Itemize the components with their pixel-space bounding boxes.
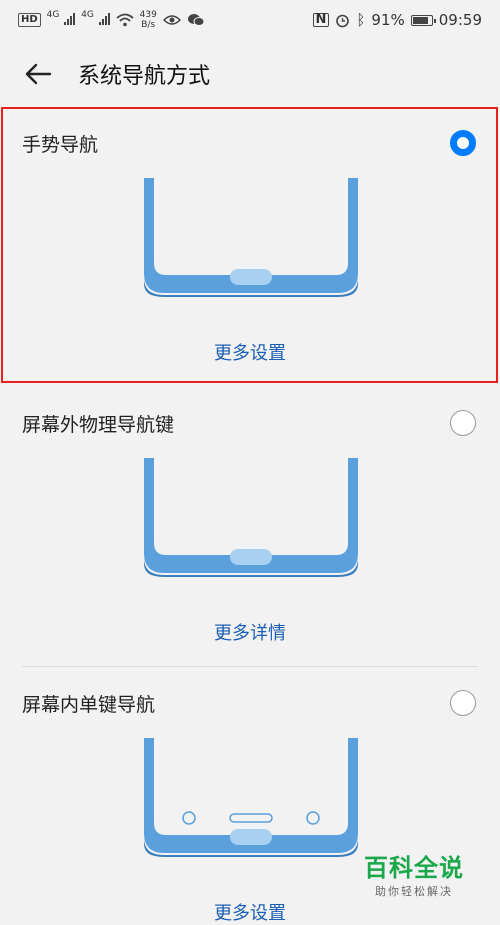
app-bar: 系统导航方式 — [0, 40, 500, 108]
option-title: 屏幕外物理导航键 — [22, 414, 175, 436]
more-settings-link[interactable]: 更多设置 — [0, 339, 500, 365]
status-left: HD 4G 4G 439 B/s — [18, 10, 205, 30]
option-radio[interactable] — [450, 410, 476, 436]
option-title: 手势导航 — [22, 134, 99, 156]
signal-1: 4G — [47, 11, 76, 29]
wechat-icon — [187, 14, 205, 26]
nfc-icon: N — [312, 13, 330, 27]
divider — [22, 666, 478, 667]
arrow-left-icon — [25, 63, 52, 85]
more-settings-link[interactable]: 更多设置 — [0, 899, 500, 925]
status-bar: HD 4G 4G 439 B/s N ᛒ 91% 09:59 — [0, 0, 500, 40]
network-speed: 439 B/s — [139, 10, 157, 30]
battery-icon — [410, 14, 436, 26]
alarm-icon — [336, 14, 350, 27]
signal-2: 4G — [81, 11, 110, 29]
hd-badge: HD — [18, 13, 41, 27]
eye-icon — [162, 15, 181, 25]
option-title: 屏幕内单键导航 — [22, 694, 156, 716]
battery-percent: 91% — [371, 11, 405, 29]
more-details-link[interactable]: 更多详情 — [0, 619, 500, 645]
signal-icon — [64, 13, 76, 25]
watermark-logo: 百科全说 助你轻松解决 — [364, 848, 464, 899]
phone-illustration-single-key — [144, 738, 358, 857]
option-gesture-navigation[interactable]: 手势导航 更多设置 — [0, 108, 500, 384]
phone-illustration-gesture — [144, 178, 358, 297]
option-radio[interactable] — [450, 130, 476, 156]
phone-illustration-physical — [144, 458, 358, 577]
clock: 09:59 — [438, 11, 482, 29]
watermark-subtitle: 助你轻松解决 — [375, 885, 453, 898]
back-button[interactable] — [16, 52, 60, 96]
page-title: 系统导航方式 — [78, 64, 211, 89]
bluetooth-icon: ᛒ — [356, 10, 366, 29]
signal-icon — [98, 13, 110, 25]
option-radio[interactable] — [450, 690, 476, 716]
watermark-title: 百科全说 — [364, 854, 464, 882]
wifi-icon — [116, 13, 134, 27]
status-right: N ᛒ 91% 09:59 — [312, 10, 482, 29]
option-physical-navigation-keys[interactable]: 屏幕外物理导航键 更多详情 — [0, 388, 500, 664]
